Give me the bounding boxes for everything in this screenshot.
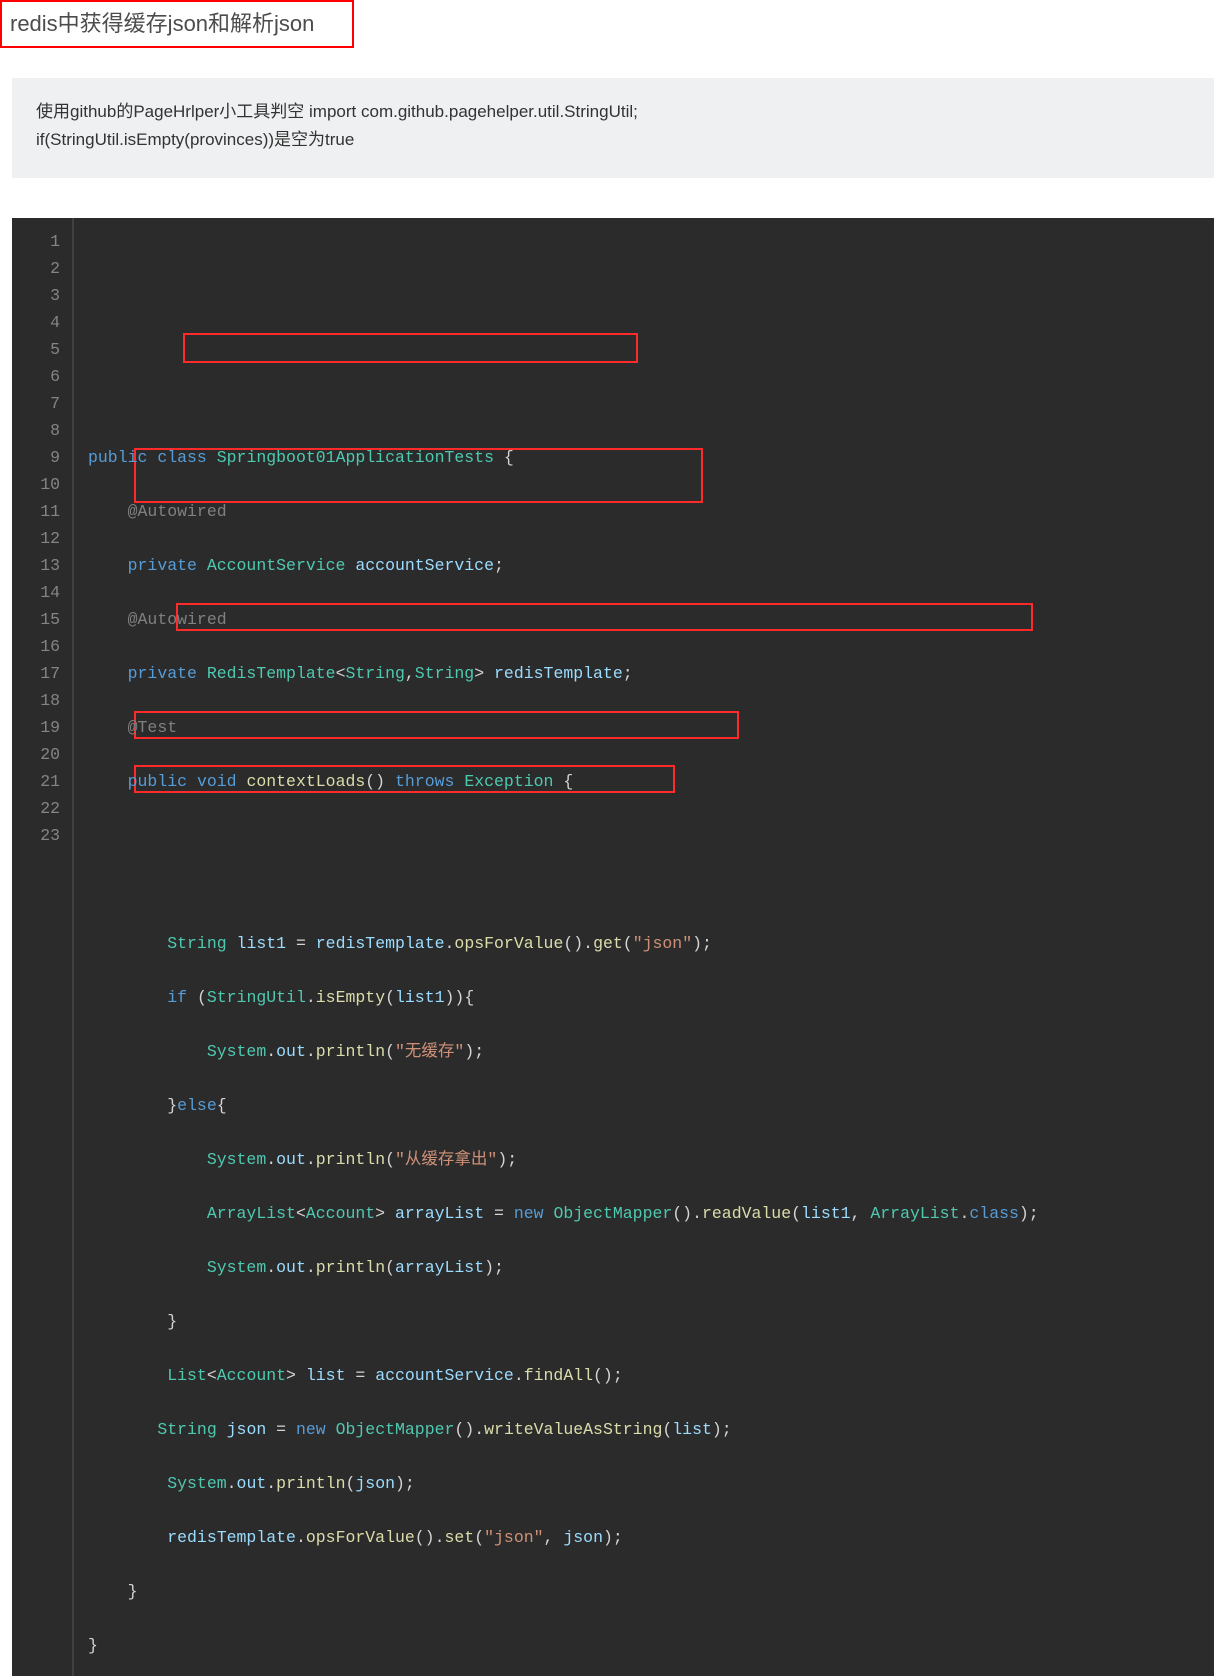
code-line: redisTemplate.opsForValue().set("json", … <box>88 1524 1214 1551</box>
code-line: }else{ <box>88 1092 1214 1119</box>
section-heading: redis中获得缓存json和解析json <box>0 0 354 48</box>
code-line: if (StringUtil.isEmpty(list1)){ <box>88 984 1214 1011</box>
line-number: 7 <box>12 390 60 417</box>
line-number: 9 <box>12 444 60 471</box>
heading-text: redis中获得缓存json和解析json <box>10 11 314 36</box>
code-editor: 1234567891011121314151617181920212223 pu… <box>12 218 1214 1676</box>
line-number: 6 <box>12 363 60 390</box>
note-line-2: if(StringUtil.isEmpty(provinces))是空为true <box>36 126 1190 154</box>
line-number: 17 <box>12 660 60 687</box>
highlight-box <box>183 333 638 363</box>
code-area: public class Springboot01ApplicationTest… <box>74 218 1214 1676</box>
line-number: 11 <box>12 498 60 525</box>
code-line: @Autowired <box>88 606 1214 633</box>
code-line: String list1 = redisTemplate.opsForValue… <box>88 930 1214 957</box>
line-number: 4 <box>12 309 60 336</box>
line-number: 16 <box>12 633 60 660</box>
code-line: } <box>88 1578 1214 1605</box>
line-number: 8 <box>12 417 60 444</box>
code-line: List<Account> list = accountService.find… <box>88 1362 1214 1389</box>
code-line: System.out.println("从缓存拿出"); <box>88 1146 1214 1173</box>
code-line: ArrayList<Account> arrayList = new Objec… <box>88 1200 1214 1227</box>
line-number: 22 <box>12 795 60 822</box>
code-line: @Test <box>88 714 1214 741</box>
code-line: System.out.println(json); <box>88 1470 1214 1497</box>
code-line: System.out.println("无缓存"); <box>88 1038 1214 1065</box>
line-number: 10 <box>12 471 60 498</box>
code-line: System.out.println(arrayList); <box>88 1254 1214 1281</box>
line-number: 1 <box>12 228 60 255</box>
code-line: private AccountService accountService; <box>88 552 1214 579</box>
line-number: 12 <box>12 525 60 552</box>
line-number: 19 <box>12 714 60 741</box>
code-line: @Autowired <box>88 498 1214 525</box>
line-number-gutter: 1234567891011121314151617181920212223 <box>12 218 74 1676</box>
line-number: 5 <box>12 336 60 363</box>
code-line: public void contextLoads() throws Except… <box>88 768 1214 795</box>
line-number: 21 <box>12 768 60 795</box>
code-line: String json = new ObjectMapper().writeVa… <box>88 1416 1214 1443</box>
line-number: 18 <box>12 687 60 714</box>
line-number: 3 <box>12 282 60 309</box>
line-number: 13 <box>12 552 60 579</box>
note-line-1: 使用github的PageHrlper小工具判空 import com.gith… <box>36 98 1190 126</box>
code-line: } <box>88 1632 1214 1659</box>
line-number: 15 <box>12 606 60 633</box>
line-number: 14 <box>12 579 60 606</box>
code-line: private RedisTemplate<String,String> red… <box>88 660 1214 687</box>
code-line: } <box>88 1308 1214 1335</box>
code-line: public class Springboot01ApplicationTest… <box>88 444 1214 471</box>
code-line <box>88 876 1214 903</box>
line-number: 20 <box>12 741 60 768</box>
description-box: 使用github的PageHrlper小工具判空 import com.gith… <box>12 78 1214 178</box>
line-number: 2 <box>12 255 60 282</box>
code-line <box>88 822 1214 849</box>
line-number: 23 <box>12 822 60 849</box>
